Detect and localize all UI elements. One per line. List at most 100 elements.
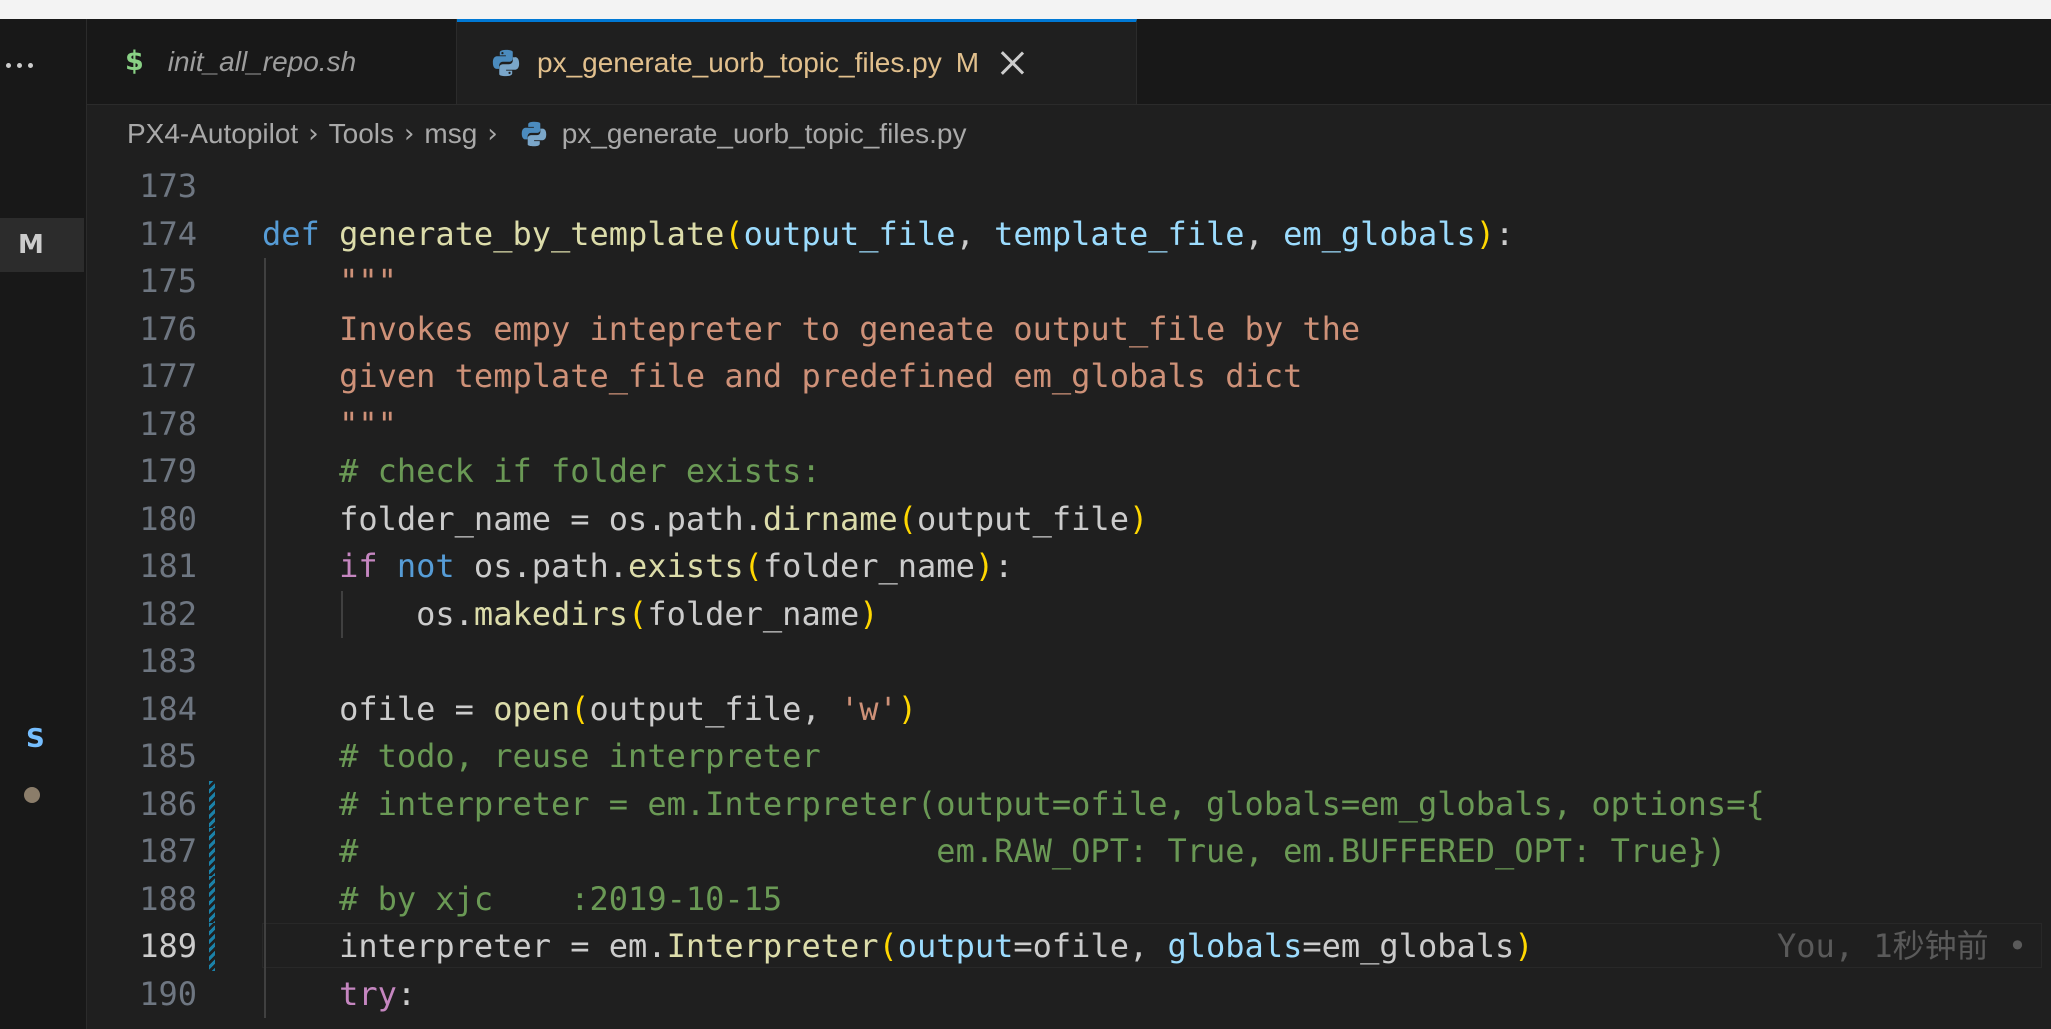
code-text: interpreter = em.Interpreter(output=ofil…: [262, 923, 1533, 971]
line-number: 183: [139, 642, 197, 680]
code-editor[interactable]: 173 174 def generate_by_template(output_fi…: [87, 163, 2051, 1029]
chevron-right-icon: ›: [404, 119, 415, 149]
activity-bar: [0, 19, 87, 1029]
code-line[interactable]: 186 # interpreter = em.Interpreter(outpu…: [87, 780, 2051, 828]
tab-init-all-repo[interactable]: $ init_all_repo.sh: [87, 19, 457, 104]
code-token: # by xjc :2019-10-15: [339, 879, 783, 918]
code-line[interactable]: 180 folder_name = os.path.dirname(output…: [87, 496, 2051, 544]
code-token: ,: [1244, 214, 1284, 253]
code-line[interactable]: 173: [87, 163, 2051, 211]
code-token: ): [1475, 214, 1495, 253]
code-token: def: [262, 214, 320, 253]
code-token: 'w': [839, 689, 898, 728]
breadcrumb-item[interactable]: Tools: [329, 118, 394, 150]
line-number: 179: [139, 452, 197, 490]
shell-icon: $: [125, 46, 144, 77]
code-token: # todo, reuse interpreter: [339, 737, 821, 775]
code-line[interactable]: 175 """: [87, 258, 2051, 306]
code-line[interactable]: 178 """: [87, 401, 2051, 449]
code-token: ): [897, 689, 918, 728]
line-number: 178: [139, 404, 197, 443]
code-text: def generate_by_template(output_file, te…: [262, 211, 1514, 259]
breadcrumb-item[interactable]: msg: [424, 118, 477, 150]
code-token: (: [628, 594, 648, 633]
code-token: ): [859, 594, 879, 633]
code-line[interactable]: 181 if not os.path.exists(folder_name):: [87, 543, 2051, 591]
code-token: (: [570, 689, 590, 728]
code-text: # em.RAW_OPT: True, em.BUFFERED_OPT: Tru…: [262, 828, 1726, 876]
code-line[interactable]: 182 os.makedirs(folder_name): [87, 591, 2051, 639]
status-dot-icon: [24, 787, 40, 803]
code-token: ,: [955, 214, 995, 253]
code-token: generate_by_template: [339, 214, 725, 253]
git-blame-annotation: You, 1秒钟前 •: [1777, 927, 2028, 965]
code-line[interactable]: 179 # check if folder exists:: [87, 448, 2051, 496]
modified-line-marker[interactable]: [209, 828, 215, 876]
code-token: output_file,: [589, 689, 840, 728]
code-line[interactable]: 188 # by xjc :2019-10-15: [87, 875, 2051, 924]
code-token: template_file: [994, 214, 1245, 253]
code-line[interactable]: 187 # em.RAW_OPT: True, em.BUFFERED_OPT:…: [87, 828, 2051, 876]
code-token: Interpreter: [666, 927, 879, 965]
code-token: dirname: [762, 499, 898, 538]
window-top-strip: [0, 0, 2051, 19]
code-token: =em_globals: [1302, 927, 1515, 965]
line-number: 175: [139, 262, 197, 300]
code-token: given template_file and predefined em_gl…: [339, 357, 1303, 395]
code-token: Invokes empy intepreter to geneate outpu…: [339, 309, 1361, 348]
code-token: (: [724, 214, 744, 253]
code-line[interactable]: 190 try:: [87, 971, 2051, 1019]
close-icon[interactable]: [999, 50, 1025, 76]
code-token: output_file: [743, 214, 956, 253]
tab-px-generate[interactable]: px_generate_uorb_topic_files.py M: [457, 19, 1137, 104]
code-line[interactable]: 176 Invokes empy intepreter to geneate o…: [87, 306, 2051, 354]
code-text: # todo, reuse interpreter: [262, 733, 821, 781]
code-token: folder_name: [762, 547, 975, 585]
code-token: =ofile,: [1013, 927, 1168, 965]
code-text: os.makedirs(folder_name): [262, 591, 879, 639]
modified-indicator: M: [955, 47, 980, 78]
code-text: # check if folder exists:: [262, 448, 821, 496]
chevron-right-icon: ›: [308, 119, 319, 149]
line-number: 174: [139, 214, 197, 253]
code-token: # check if folder exists:: [339, 452, 821, 490]
code-line[interactable]: 189 interpreter = em.Interpreter(output=…: [87, 923, 2051, 971]
modified-line-marker[interactable]: [209, 780, 215, 828]
modified-line-marker[interactable]: [209, 923, 215, 971]
code-token: """: [339, 262, 397, 300]
source-control-badge[interactable]: S: [26, 724, 45, 754]
chevron-right-icon: ›: [487, 119, 498, 149]
indent-guide: [264, 258, 266, 1018]
code-line[interactable]: 185 # todo, reuse interpreter: [87, 733, 2051, 781]
code-text: if not os.path.exists(folder_name):: [262, 543, 1013, 591]
code-token: :: [396, 974, 417, 1013]
line-number: 187: [139, 832, 197, 870]
code-line[interactable]: 184 ofile = open(output_file, 'w'): [87, 686, 2051, 734]
code-token: interpreter = em.: [262, 927, 667, 965]
code-text: given template_file and predefined em_gl…: [262, 353, 1302, 401]
code-line[interactable]: 183: [87, 638, 2051, 686]
indent-guide: [341, 590, 343, 638]
code-text: # by xjc :2019-10-15: [262, 876, 782, 924]
code-line[interactable]: 174 def generate_by_template(output_file,…: [87, 211, 2051, 259]
breadcrumb-item[interactable]: px_generate_uorb_topic_files.py: [562, 118, 967, 150]
more-actions-icon[interactable]: [6, 57, 46, 73]
breadcrumb: PX4-Autopilot › Tools › msg › px_generat…: [87, 105, 2051, 163]
code-token: # interpreter = em.Interpreter(output=of…: [339, 784, 1765, 823]
code-text: Invokes empy intepreter to geneate outpu…: [262, 306, 1360, 354]
breadcrumb-item[interactable]: PX4-Autopilot: [127, 118, 298, 150]
code-token: (: [897, 499, 918, 538]
modified-badge[interactable]: M: [0, 218, 84, 272]
modified-line-marker[interactable]: [209, 875, 215, 923]
code-line[interactable]: 177 given template_file and predefined e…: [87, 353, 2051, 401]
code-text: try:: [262, 971, 416, 1019]
line-number: 188: [139, 879, 197, 918]
line-number: 189: [139, 927, 197, 965]
